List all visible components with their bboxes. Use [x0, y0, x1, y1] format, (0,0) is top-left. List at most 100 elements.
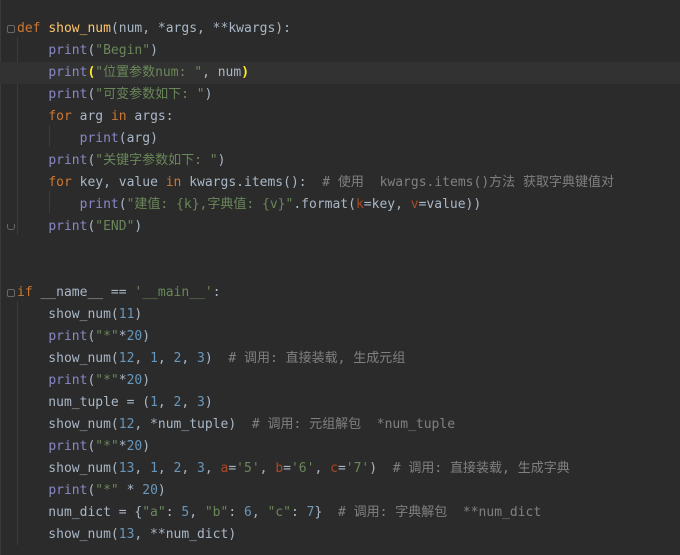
code-text: show_num(12, *num_tuple) # 调用: 元组解包 *num…	[17, 414, 455, 436]
code-token: =	[337, 461, 346, 476]
code-text: print("可变参数如下: ")	[17, 84, 212, 106]
code-token: 11	[118, 307, 135, 322]
code-line[interactable]: print("建值: {k},字典值: {v}".format(k=key, v…	[0, 194, 680, 216]
code-token: 20	[142, 483, 158, 498]
code-token: )	[204, 87, 213, 102]
code-token: "Begin"	[95, 43, 151, 58]
code-line[interactable]: print(arg)	[0, 128, 680, 150]
code-line[interactable]: print("*"*20)	[0, 370, 680, 392]
code-token: print	[48, 87, 88, 102]
code-line[interactable]: print("关键字参数如下: ")	[0, 150, 680, 172]
code-token: # 使用 kwargs.items()方法 获取字典键值对	[322, 175, 614, 190]
code-text: show_num(11)	[17, 304, 142, 326]
code-editor[interactable]: def show_num(num, *args, **kwargs): prin…	[0, 0, 680, 555]
code-token: ,	[251, 505, 268, 520]
code-token: for	[48, 109, 72, 124]
code-token: "c"	[267, 505, 291, 520]
code-token: # 调用: 字典解包 **num_dict	[337, 505, 542, 520]
code-line[interactable]: print("Begin")	[0, 40, 680, 62]
code-line[interactable]: show_num(13, 1, 2, 3, a='5', b='6', c='7…	[0, 458, 680, 480]
code-token: ,	[134, 351, 151, 366]
code-token: 3	[197, 461, 205, 476]
code-token: print	[48, 483, 88, 498]
code-token: ,	[157, 461, 174, 476]
code-token: "建值: {k},字典值: {v}"	[126, 197, 294, 212]
code-token: show_num(	[17, 307, 119, 322]
code-line[interactable]: print("*"*20)	[0, 326, 680, 348]
code-line[interactable]: num_dict = {"a": 5, "b": 6, "c": 7} # 调用…	[0, 502, 680, 524]
code-token: (	[118, 197, 127, 212]
code-line[interactable]: print("位置参数num: ", num)	[0, 62, 680, 84]
code-text: print("建值: {k},字典值: {v}".format(k=key, v…	[17, 194, 482, 216]
code-token: , *num_tuple)	[134, 417, 252, 432]
code-text: print("Begin")	[17, 40, 158, 62]
code-text: show_num(13, **num_dict)	[17, 524, 236, 546]
code-text: if __name__ == '__main__':	[17, 282, 221, 304]
code-token: ,	[181, 395, 198, 410]
code-token: ,	[181, 461, 198, 476]
code-text: print("位置参数num: ", num)	[17, 62, 249, 84]
code-token: )	[134, 219, 143, 234]
code-token: print	[79, 197, 119, 212]
code-token: =key,	[363, 197, 411, 212]
code-token: k	[355, 197, 364, 212]
code-line[interactable]: show_num(12, *num_tuple) # 调用: 元组解包 *num…	[0, 414, 680, 436]
code-token: b	[275, 461, 284, 476]
code-token: *	[118, 439, 127, 454]
code-line[interactable]: def show_num(num, *args, **kwargs):	[0, 18, 680, 40]
code-token: print	[48, 219, 88, 234]
fold-marker-icon[interactable]	[7, 289, 15, 297]
code-line[interactable]: show_num(13, **num_dict)	[0, 524, 680, 546]
code-line[interactable]: for arg in args:	[0, 106, 680, 128]
code-line[interactable]: print("可变参数如下: ")	[0, 84, 680, 106]
code-token: 6	[244, 505, 252, 520]
code-token: , **num_dict)	[134, 527, 237, 542]
code-text: print("关键字参数如下: ")	[17, 150, 225, 172]
code-token: )	[369, 461, 393, 476]
fold-marker-icon[interactable]	[7, 224, 15, 230]
code-token: "*"	[95, 329, 119, 344]
code-token: )	[150, 43, 158, 58]
code-text: show_num(13, 1, 2, 3, a='5', b='6', c='7…	[17, 458, 569, 480]
code-token: ,	[157, 351, 174, 366]
fold-marker-icon[interactable]	[7, 25, 15, 33]
code-line[interactable]: num_tuple = (1, 2, 3)	[0, 392, 680, 414]
code-line[interactable]: print("*"*20)	[0, 436, 680, 458]
code-token: 1	[150, 461, 158, 476]
code-token: if	[17, 285, 33, 300]
code-line[interactable]: for key, value in kwargs.items(): # 使用 k…	[0, 172, 680, 194]
code-line[interactable]: print("END")	[0, 216, 680, 238]
code-token: "位置参数num: "	[95, 65, 203, 80]
code-token: def	[17, 21, 41, 36]
code-token: 20	[126, 439, 143, 454]
code-text: print("*" * 20)	[17, 480, 165, 502]
code-line[interactable]: show_num(11)	[0, 304, 680, 326]
code-token: '7'	[345, 461, 370, 476]
code-line[interactable]: if __name__ == '__main__':	[0, 282, 680, 304]
code-token: ,	[314, 461, 331, 476]
code-line[interactable]	[0, 238, 680, 260]
code-token: )	[142, 439, 151, 454]
code-token: ,	[181, 351, 198, 366]
code-token: *	[118, 329, 127, 344]
code-line[interactable]	[0, 260, 680, 282]
code-line[interactable]: print("*" * 20)	[0, 480, 680, 502]
code-token: 12	[118, 417, 135, 432]
code-token: print	[48, 439, 88, 454]
code-token: num_tuple = (	[17, 395, 151, 410]
code-token: in	[110, 109, 127, 124]
code-text: num_tuple = (1, 2, 3)	[17, 392, 212, 414]
code-token: ,	[259, 461, 276, 476]
code-line[interactable]: show_num(12, 1, 2, 3) # 调用: 直接装载, 生成元组	[0, 348, 680, 370]
code-token: =	[228, 461, 237, 476]
code-token: print	[48, 373, 88, 388]
code-token: "b"	[204, 505, 229, 520]
